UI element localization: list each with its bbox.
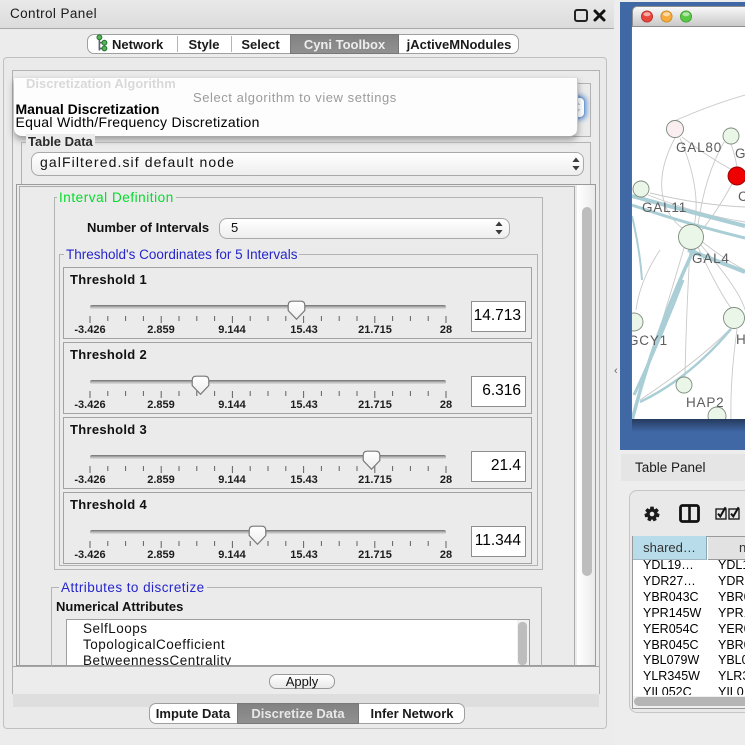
svg-text:GA: GA — [735, 146, 745, 161]
svg-text:C: C — [738, 189, 745, 204]
svg-text:GAL80: GAL80 — [676, 140, 722, 155]
svg-text:GAL11: GAL11 — [642, 200, 687, 215]
svg-text:GAL4: GAL4 — [692, 251, 730, 266]
svg-text:HAP2: HAP2 — [686, 395, 724, 410]
svg-text:GCY1: GCY1 — [631, 333, 668, 348]
svg-text:H: H — [736, 332, 745, 347]
